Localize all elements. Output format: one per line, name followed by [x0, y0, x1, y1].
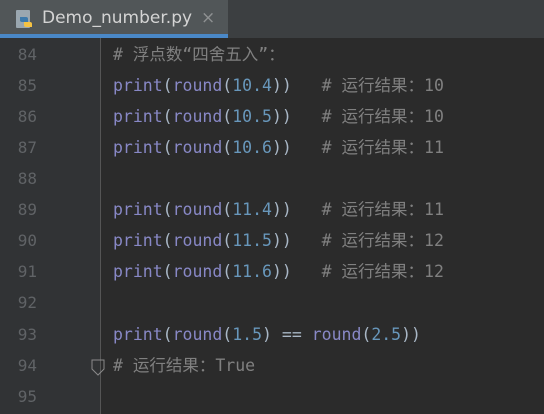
gutter-separator: [100, 38, 101, 414]
fold-end-marker-icon[interactable]: [90, 359, 106, 377]
python-file-icon: [14, 9, 36, 31]
close-icon[interactable]: ×: [201, 8, 215, 28]
code-line[interactable]: print(round(1.5) == round(2.5)): [113, 325, 421, 345]
keyword-token: print: [113, 262, 163, 281]
code-editor[interactable]: # 浮点数“四舍五入”： print(round(10.4)) # 运行结果：10…: [0, 38, 544, 414]
keyword-token: round: [172, 231, 223, 250]
keyword-token: print: [113, 200, 163, 219]
number-token: 11.4: [232, 200, 272, 219]
code-line[interactable]: print(round(11.4)) # 运行结果：11: [113, 200, 444, 220]
number-token: 11.6: [232, 262, 272, 281]
line-number: 93: [17, 325, 37, 344]
comment-token: # 运行结果：11: [291, 200, 444, 219]
line-number: 86: [17, 107, 37, 126]
editor-tab-bar: Demo_number.py ×: [0, 0, 544, 38]
line-number: 90: [17, 231, 37, 250]
line-number: 91: [17, 262, 37, 281]
operator-token: )): [271, 262, 292, 281]
operator-token: (: [361, 325, 372, 344]
number-token: 1.5: [232, 325, 263, 344]
comment-token: # 运行结果：10: [291, 76, 444, 95]
operator-token: )): [401, 325, 421, 344]
operator-token: (: [222, 262, 233, 281]
keyword-token: round: [172, 200, 223, 219]
keyword-token: print: [113, 107, 163, 126]
line-number: 94: [17, 356, 37, 375]
operator-token: )): [271, 138, 292, 157]
operator-token: (: [162, 138, 173, 157]
code-line[interactable]: print(round(11.6)) # 运行结果：12: [113, 262, 444, 282]
comment-token: # 运行结果：12: [291, 231, 444, 250]
operator-token: )): [271, 76, 292, 95]
keyword-token: round: [172, 262, 223, 281]
code-line[interactable]: print(round(10.5)) # 运行结果：10: [113, 107, 444, 127]
line-number: 87: [17, 138, 37, 157]
tab-demo-number[interactable]: Demo_number.py ×: [0, 0, 228, 38]
number-token: 2.5: [371, 325, 402, 344]
line-number: 89: [17, 200, 37, 219]
comment-token: # 运行结果：11: [291, 138, 444, 157]
keyword-token: round: [172, 107, 223, 126]
operator-token: ) ==: [262, 325, 312, 344]
operator-token: (: [222, 138, 233, 157]
tab-title: Demo_number.py: [42, 8, 193, 28]
line-number: 84: [17, 45, 37, 64]
operator-token: (: [222, 200, 233, 219]
operator-token: )): [271, 107, 292, 126]
code-line[interactable]: # 运行结果：True: [113, 356, 255, 376]
keyword-token: round: [311, 325, 362, 344]
keyword-token: print: [113, 325, 163, 344]
code-line[interactable]: # 浮点数“四舍五入”：: [113, 45, 285, 65]
code-line[interactable]: print(round(10.6)) # 运行结果：11: [113, 138, 444, 158]
operator-token: )): [271, 200, 292, 219]
line-number: 95: [17, 387, 37, 406]
operator-token: (: [162, 76, 173, 95]
number-token: 10.5: [232, 107, 272, 126]
number-token: 10.4: [232, 76, 272, 95]
operator-token: (: [222, 76, 233, 95]
keyword-token: round: [172, 76, 223, 95]
keyword-token: round: [172, 325, 223, 344]
line-number: 85: [17, 76, 37, 95]
operator-token: )): [271, 231, 292, 250]
operator-token: (: [162, 231, 173, 250]
keyword-token: print: [113, 76, 163, 95]
operator-token: (: [162, 262, 173, 281]
keyword-token: print: [113, 138, 163, 157]
operator-token: (: [162, 107, 173, 126]
number-token: 10.6: [232, 138, 272, 157]
keyword-token: round: [172, 138, 223, 157]
keyword-token: print: [113, 231, 163, 250]
comment-token: # 浮点数“四舍五入”：: [113, 45, 285, 64]
operator-token: (: [222, 107, 233, 126]
comment-token: # 运行结果：True: [113, 356, 256, 375]
line-number: 92: [17, 293, 37, 312]
operator-token: (: [222, 231, 233, 250]
comment-token: # 运行结果：12: [291, 262, 444, 281]
line-number: 88: [17, 169, 37, 188]
operator-token: (: [162, 325, 173, 344]
number-token: 11.5: [232, 231, 272, 250]
code-line[interactable]: print(round(10.4)) # 运行结果：10: [113, 76, 444, 96]
comment-token: # 运行结果：10: [291, 107, 444, 126]
operator-token: (: [162, 200, 173, 219]
code-line[interactable]: print(round(11.5)) # 运行结果：12: [113, 231, 444, 251]
operator-token: (: [222, 325, 233, 344]
